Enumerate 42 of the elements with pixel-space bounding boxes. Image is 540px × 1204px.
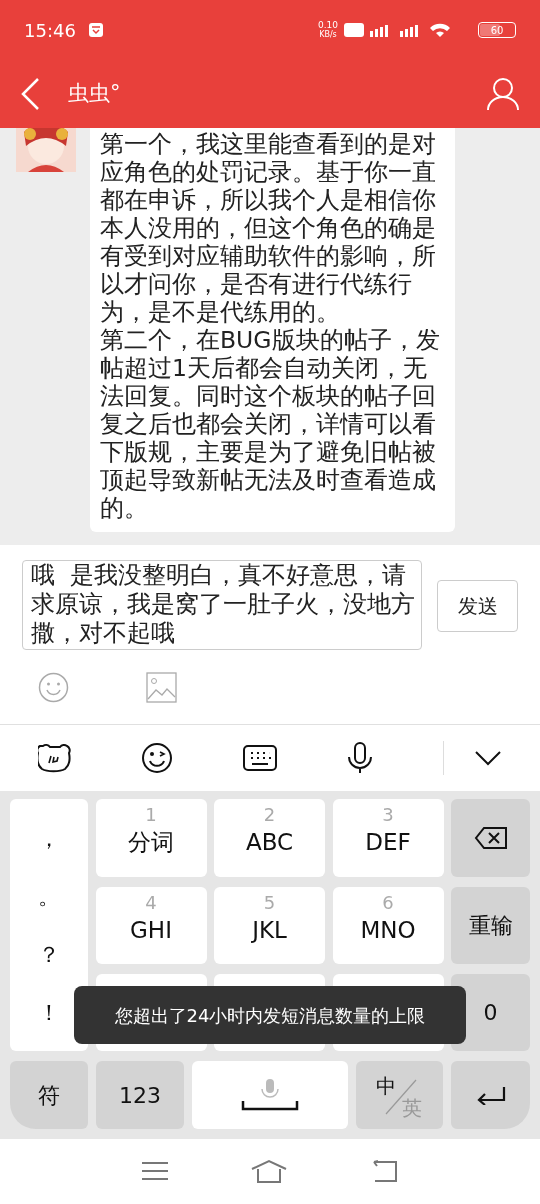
keyboard-key[interactable]: 5 JKL xyxy=(214,887,325,964)
punctuation-key[interactable]: 。 xyxy=(38,879,60,913)
keyboard-key[interactable]: 重输 xyxy=(451,887,530,964)
message-text: 第二个，在BUG版块的帖子，发帖超过1天后都会自动关闭，无法回复。同时这个板块的帖子回复之后也都会关闭，详情可以看下版规，主要是为了避免旧帖被顶起导致新帖无法及时查看造成的。 xyxy=(100,326,440,522)
backspace-key[interactable] xyxy=(451,799,530,877)
limit-toast: 您超出了24小时内发短消息数量的上限 xyxy=(74,986,466,1044)
chevron-down-icon[interactable] xyxy=(474,750,502,766)
status-time: 15:46 xyxy=(24,18,76,43)
language-switch-key[interactable]: 中 英 xyxy=(356,1061,443,1129)
keyboard-key[interactable]: 6 MNO xyxy=(332,887,444,964)
backspace-icon xyxy=(473,826,508,850)
punctuation-key[interactable]: ？ xyxy=(38,937,60,971)
keyboard-icon[interactable] xyxy=(242,745,277,771)
network-speed: 0.10 xyxy=(317,21,338,30)
keyboard-key[interactable]: 2 ABC xyxy=(214,799,325,877)
keyboard-key[interactable]: 符 xyxy=(10,1061,88,1129)
emoji-icon[interactable] xyxy=(38,672,69,703)
back-icon[interactable] xyxy=(20,77,40,111)
home-icon[interactable] xyxy=(251,1159,287,1183)
app-notification-icon xyxy=(87,22,104,38)
avatar xyxy=(16,128,76,172)
back-nav-icon[interactable] xyxy=(370,1160,399,1182)
enter-key[interactable] xyxy=(451,1061,530,1129)
keyboard-key[interactable]: 4 GHI xyxy=(95,887,207,964)
network-speed-unit: KB/s xyxy=(319,30,337,39)
menu-icon[interactable] xyxy=(141,1161,168,1181)
punctuation-key[interactable]: ， xyxy=(38,821,60,855)
microphone-space-icon xyxy=(241,1077,299,1113)
message-text: 第一个，我这里能查看到的是对应角色的处罚记录。基于你一直都在申诉，所以我个人是相信你本人没用的，但这个角色的确是有受到对应辅助软件的影响，所以才问你，是否有进行代练行为，是不是代练用的。 xyxy=(100,130,437,326)
user-profile-icon[interactable] xyxy=(486,77,520,111)
wink-emoji-icon[interactable] xyxy=(141,742,174,774)
punctuation-key[interactable]: ！ xyxy=(38,995,60,1029)
send-button[interactable]: 发送 xyxy=(437,580,518,632)
keyboard-key[interactable]: 1 分词 xyxy=(95,799,207,877)
enter-icon xyxy=(475,1085,506,1105)
bear-logo-icon[interactable] xyxy=(38,743,72,773)
keyboard-key[interactable]: 3 DEF xyxy=(332,799,444,877)
keyboard-key[interactable]: 123 xyxy=(96,1061,184,1129)
chat-title: 虫虫° xyxy=(68,80,121,108)
battery-indicator: 60 xyxy=(478,22,516,38)
message-input[interactable]: 哦 是我没整明白，真不好意思，请求原谅，我是窝了一肚子火，没地方撒，对不起哦 xyxy=(22,560,423,650)
microphone-icon[interactable] xyxy=(345,742,374,774)
